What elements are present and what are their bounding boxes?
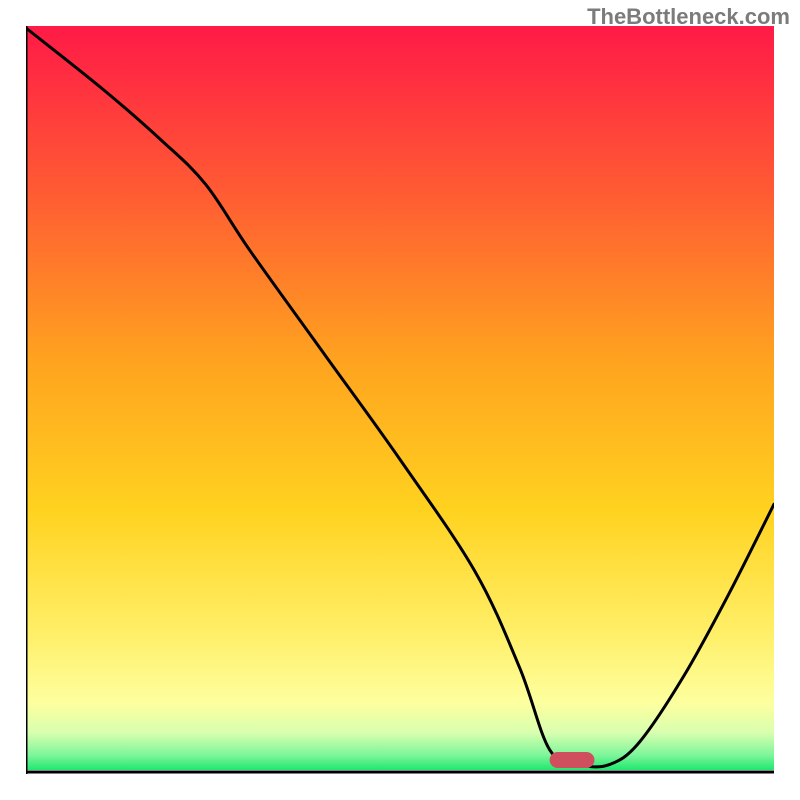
chart-area bbox=[26, 26, 774, 774]
gradient-background bbox=[26, 26, 774, 770]
optimal-marker bbox=[550, 752, 595, 768]
chart-svg bbox=[26, 26, 774, 774]
watermark-text: TheBottleneck.com bbox=[587, 4, 790, 30]
